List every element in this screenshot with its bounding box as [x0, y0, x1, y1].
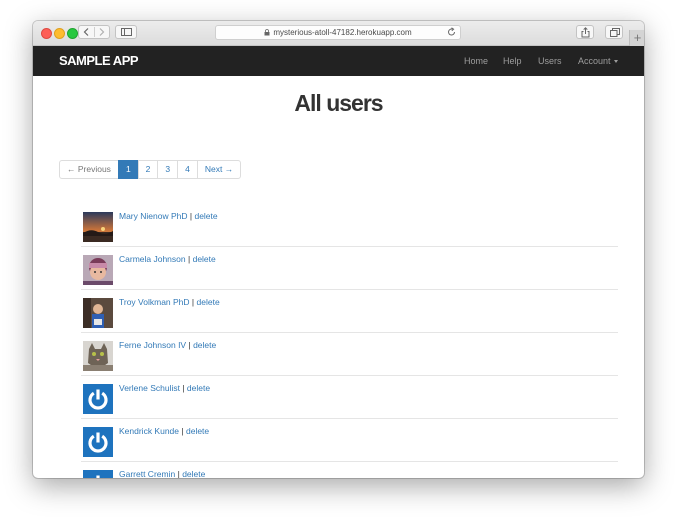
- pagination-page-2[interactable]: 2: [137, 160, 159, 179]
- user-name-link[interactable]: Troy Volkman PhD: [119, 297, 190, 307]
- list-item: Ferne Johnson IV | delete: [81, 332, 618, 375]
- list-item: Verlene Schulist | delete: [81, 375, 618, 418]
- delete-link[interactable]: delete: [197, 297, 220, 307]
- avatar[interactable]: [83, 341, 113, 371]
- user-entry: Ferne Johnson IV | delete: [119, 340, 216, 350]
- user-entry: Carmela Johnson | delete: [119, 254, 216, 264]
- user-name-link[interactable]: Garrett Cremin: [119, 469, 175, 478]
- delete-link[interactable]: delete: [182, 469, 205, 478]
- user-entry: Mary Nienow PhD | delete: [119, 211, 218, 221]
- pagination: ← Previous 1 2 3 4 Next →: [59, 160, 242, 179]
- sidebar-icon: [121, 28, 132, 36]
- reload-icon[interactable]: [447, 27, 456, 37]
- separator: |: [189, 211, 193, 221]
- gravatar-power-icon: [83, 384, 113, 414]
- nav-home[interactable]: Home: [464, 46, 488, 76]
- site-navbar: SAMPLE APP Home Help Users Account: [33, 46, 644, 76]
- share-button[interactable]: [576, 25, 594, 39]
- tab-overview-button[interactable]: [605, 25, 623, 39]
- user-entry: Garrett Cremin | delete: [119, 469, 205, 478]
- nav-help[interactable]: Help: [503, 46, 522, 76]
- pagination-page-1[interactable]: 1: [117, 160, 139, 179]
- history-nav: [78, 25, 110, 39]
- delete-link[interactable]: delete: [193, 340, 216, 350]
- user-list: Mary Nienow PhD | delete Carmela Johnson…: [81, 204, 618, 478]
- avatar[interactable]: [83, 470, 113, 478]
- pagination-page-4[interactable]: 4: [177, 160, 198, 179]
- tab-overview-icon: [610, 28, 620, 37]
- share-icon: [581, 27, 590, 38]
- address-bar[interactable]: mysterious-atoll-47182.herokuapp.com: [215, 25, 461, 40]
- separator: |: [191, 297, 195, 307]
- user-entry: Kendrick Kunde | delete: [119, 426, 209, 436]
- avatar[interactable]: [83, 212, 113, 242]
- user-entry: Verlene Schulist | delete: [119, 383, 210, 393]
- user-name-link[interactable]: Ferne Johnson IV: [119, 340, 186, 350]
- delete-link[interactable]: delete: [186, 426, 209, 436]
- caret-down-icon: [613, 60, 618, 63]
- separator: |: [188, 340, 191, 350]
- browser-window: mysterious-atoll-47182.herokuapp.com + S…: [33, 21, 644, 478]
- list-item: Garrett Cremin | delete: [81, 461, 618, 478]
- url-text: mysterious-atoll-47182.herokuapp.com: [273, 28, 412, 37]
- list-item: Mary Nienow PhD | delete: [81, 204, 618, 246]
- minimize-window-button[interactable]: [54, 28, 65, 39]
- avatar[interactable]: [83, 298, 113, 328]
- delete-link[interactable]: delete: [187, 383, 210, 393]
- list-item: Kendrick Kunde | delete: [81, 418, 618, 461]
- user-name-link[interactable]: Verlene Schulist: [119, 383, 180, 393]
- close-window-button[interactable]: [41, 28, 52, 39]
- main-content: All users ← Previous 1 2 3 4 Next → Mary…: [33, 76, 644, 478]
- pagination-previous[interactable]: ← Previous: [59, 160, 119, 179]
- user-name-link[interactable]: Carmela Johnson: [119, 254, 186, 264]
- avatar[interactable]: [83, 427, 113, 457]
- pagination-next[interactable]: Next →: [196, 160, 242, 179]
- brand-logo[interactable]: SAMPLE APP: [59, 46, 139, 76]
- separator: |: [182, 383, 185, 393]
- user-name-link[interactable]: Mary Nienow PhD: [119, 211, 188, 221]
- delete-link[interactable]: delete: [194, 211, 217, 221]
- avatar[interactable]: [83, 255, 113, 285]
- zoom-window-button[interactable]: [67, 28, 78, 39]
- page-title: All users: [294, 90, 383, 116]
- separator: |: [177, 469, 180, 478]
- lock-icon: [264, 29, 270, 36]
- separator: |: [181, 426, 184, 436]
- user-name-link[interactable]: Kendrick Kunde: [119, 426, 179, 436]
- delete-link[interactable]: delete: [193, 254, 216, 264]
- separator: |: [188, 254, 191, 264]
- avatar[interactable]: [83, 384, 113, 414]
- new-tab-button[interactable]: +: [629, 30, 644, 46]
- back-arrow-icon[interactable]: [83, 28, 90, 36]
- gravatar-power-icon: [83, 470, 113, 478]
- gravatar-power-icon: [83, 427, 113, 457]
- pagination-page-3[interactable]: 3: [157, 160, 179, 179]
- nav-account-dropdown[interactable]: Account: [578, 46, 618, 76]
- nav-account-label: Account: [578, 56, 611, 66]
- nav-users[interactable]: Users: [538, 46, 562, 76]
- list-item: Carmela Johnson | delete: [81, 246, 618, 289]
- browser-toolbar: mysterious-atoll-47182.herokuapp.com +: [33, 21, 644, 46]
- list-item: Troy Volkman PhD | delete: [81, 289, 618, 332]
- user-entry: Troy Volkman PhD | delete: [119, 297, 220, 307]
- forward-arrow-icon[interactable]: [98, 28, 105, 36]
- sidebar-toggle-button[interactable]: [115, 25, 137, 39]
